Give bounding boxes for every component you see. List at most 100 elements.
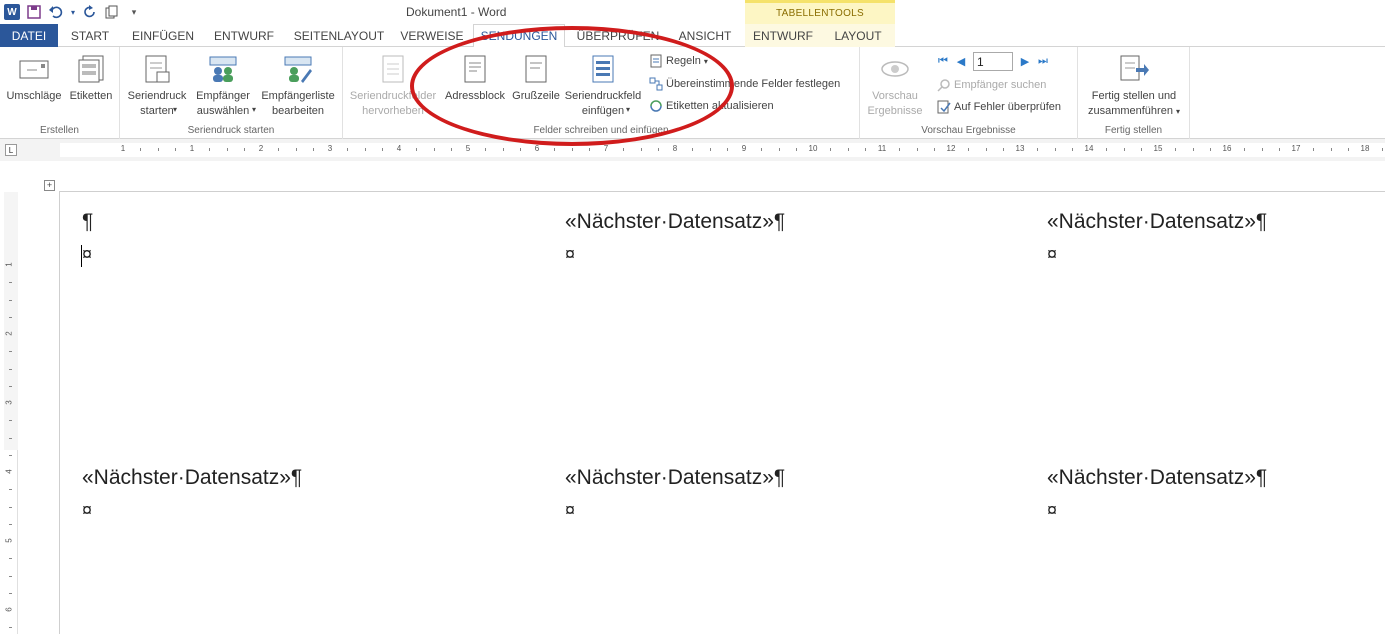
group-label-vorschau: Vorschau Ergebnisse <box>921 125 1016 136</box>
ruler-number: 4 <box>396 144 402 153</box>
vorschau-line1: Vorschau <box>872 90 918 102</box>
vertical-ruler[interactable]: 1 2 3 4 5 6 <box>4 192 18 634</box>
undo-icon[interactable] <box>48 4 64 20</box>
record-number-input[interactable] <box>973 52 1013 71</box>
previous-record-icon[interactable]: ◀ <box>955 56 967 68</box>
tab-selector[interactable]: L <box>5 144 17 156</box>
highlight-fields-icon <box>377 53 409 85</box>
cell-end-marker: ¤ <box>82 244 93 264</box>
first-record-icon[interactable]: ⏮ <box>937 55 949 68</box>
ruler-tick <box>571 148 573 151</box>
empfaenger-auswaehlen-button[interactable]: Empfänger auswählen <box>190 53 256 119</box>
group-seriendruck-starten: Seriendruck starten Empfänger auswählen … <box>120 47 343 139</box>
felder-festlegen-label: Übereinstimmende Felder festlegen <box>666 78 841 90</box>
ruler-tick <box>692 148 694 151</box>
tab-tabelle-entwurf[interactable]: ENTWURF <box>745 24 821 47</box>
label-cell[interactable]: ¶ ¤ <box>82 209 93 267</box>
label-cell[interactable]: «Nächster·Datensatz»¶ ¤ <box>565 465 785 523</box>
label-cell[interactable]: «Nächster·Datensatz»¶ ¤ <box>1047 465 1267 523</box>
find-recipient-icon <box>937 78 951 92</box>
tab-ansicht[interactable]: ANSICHT <box>670 24 740 47</box>
tab-seitenlayout[interactable]: SEITENLAYOUT <box>287 24 391 47</box>
seriendruck-starten-dropdown-icon: ▾ <box>173 105 178 114</box>
empfaenger-suchen-button[interactable]: Empfänger suchen <box>937 76 1046 94</box>
ruler-number: 8 <box>672 144 678 153</box>
ruler-tick <box>1261 148 1263 151</box>
cell-end-marker: ¤ <box>82 500 93 520</box>
tab-entwurf[interactable]: ENTWURF <box>206 24 282 47</box>
last-record-icon[interactable]: ⏭ <box>1037 55 1049 68</box>
horizontal-ruler[interactable]: 112345678910111213141516171819 <box>60 143 1385 157</box>
etiketten-label: Etiketten <box>69 90 113 102</box>
vertical-ruler-number: 3 <box>4 400 14 405</box>
update-labels-icon <box>649 99 663 113</box>
fertig-stellen-zusammenfuehren-button[interactable]: Fertig stellen und zusammenführen ▾ <box>1082 53 1186 119</box>
tab-ueberpruefen[interactable]: ÜBERPRÜFEN <box>570 24 666 47</box>
vorschau-ergebnisse-button[interactable]: Vorschau Ergebnisse <box>864 53 926 119</box>
address-block-icon <box>459 53 491 85</box>
cell-end-marker: ¤ <box>565 244 576 264</box>
word-window: W ▾ ▾ Dokument1 - Word TABELLENTOOLS DAT… <box>0 0 1385 634</box>
empfaenger-dropdown-icon: ▾ <box>252 105 257 114</box>
vertical-ruler-tick <box>9 420 12 422</box>
auf-fehler-pruefen-button[interactable]: Auf Fehler überprüfen <box>937 98 1061 116</box>
empfaengerliste-bearbeiten-button[interactable]: Empfängerliste bearbeiten <box>256 53 340 119</box>
redo-icon[interactable] <box>82 4 98 20</box>
table-move-handle-icon[interactable]: + <box>44 180 55 191</box>
umschlaege-button[interactable]: Umschläge <box>4 53 64 104</box>
page-top-edge <box>59 191 1385 192</box>
label-cell[interactable]: «Nächster·Datensatz»¶ ¤ <box>565 209 785 267</box>
tab-start[interactable]: START <box>61 24 119 47</box>
ruler-tick <box>554 148 556 151</box>
felder-festlegen-button[interactable]: Übereinstimmende Felder festlegen <box>649 75 840 93</box>
cell-end-marker: ¤ <box>565 500 576 520</box>
ruler-number: 13 <box>1015 144 1025 153</box>
check-errors-icon <box>937 100 951 114</box>
save-icon[interactable] <box>26 4 42 20</box>
ruler-tick <box>1244 148 1246 151</box>
ruler-tick <box>968 148 970 151</box>
cell-text: «Nächster·Datensatz»¶ <box>1047 466 1268 489</box>
ruler-tick <box>1054 148 1056 151</box>
cell-end-marker: ¤ <box>1047 500 1058 520</box>
tab-datei[interactable]: DATEI <box>0 24 58 47</box>
etiketten-button[interactable]: Etiketten <box>64 53 118 104</box>
customize-qat-icon[interactable]: ▾ <box>126 4 142 20</box>
label-cell[interactable]: «Nächster·Datensatz»¶ ¤ <box>1047 209 1267 267</box>
hervorheben-line2: hervorheben <box>362 105 424 117</box>
ruler-tick <box>864 148 866 151</box>
ruler-tick <box>588 148 590 151</box>
adressblock-button[interactable]: Adressblock <box>441 53 509 104</box>
next-record-icon[interactable]: ▶ <box>1019 56 1031 68</box>
regeln-button[interactable]: Regeln ▾ <box>649 52 708 70</box>
tab-einfuegen[interactable]: EINFÜGEN <box>124 24 202 47</box>
vertical-ruler-tick <box>9 489 12 491</box>
seriendruckfelder-hervorheben-button[interactable]: Seriendruckfelder hervorheben <box>345 53 441 119</box>
ruler-tick <box>640 148 642 151</box>
tab-sendungen[interactable]: SENDUNGEN <box>473 24 565 48</box>
group-label-fertig: Fertig stellen <box>1104 125 1163 136</box>
ruler-number: 17 <box>1291 144 1301 153</box>
ruler-tick <box>502 148 504 151</box>
cell-text: «Nächster·Datensatz»¶ <box>565 466 786 489</box>
tab-verweise[interactable]: VERWEISE <box>395 24 469 47</box>
liste-line2: bearbeiten <box>272 105 324 117</box>
recipients-icon <box>207 53 239 85</box>
table-tools-context-label: TABELLENTOOLS <box>745 0 895 24</box>
undo-dropdown-icon[interactable]: ▾ <box>70 4 76 20</box>
etiketten-aktualisieren-button[interactable]: Etiketten aktualisieren <box>649 97 774 115</box>
word-logo-icon[interactable]: W <box>4 4 20 20</box>
label-cell[interactable]: «Nächster·Datensatz»¶ ¤ <box>82 465 302 523</box>
seriendruckfeld-einfuegen-button[interactable]: Seriendruckfeld einfügen <box>563 53 643 119</box>
ruler-tick <box>1175 148 1177 151</box>
grusszeile-button[interactable]: Grußzeile <box>509 53 563 104</box>
ruler-tick <box>985 148 987 151</box>
ruler-number: 7 <box>603 144 609 153</box>
ruler-tick <box>1002 148 1004 151</box>
touch-mode-icon[interactable] <box>104 4 120 20</box>
ruler-number: 9 <box>741 144 747 153</box>
empfaenger-line2: auswählen <box>196 105 250 117</box>
seriendruck-starten-button[interactable]: Seriendruck starten <box>124 53 190 119</box>
ruler-tick <box>795 148 797 151</box>
tab-tabelle-layout[interactable]: LAYOUT <box>821 24 895 47</box>
